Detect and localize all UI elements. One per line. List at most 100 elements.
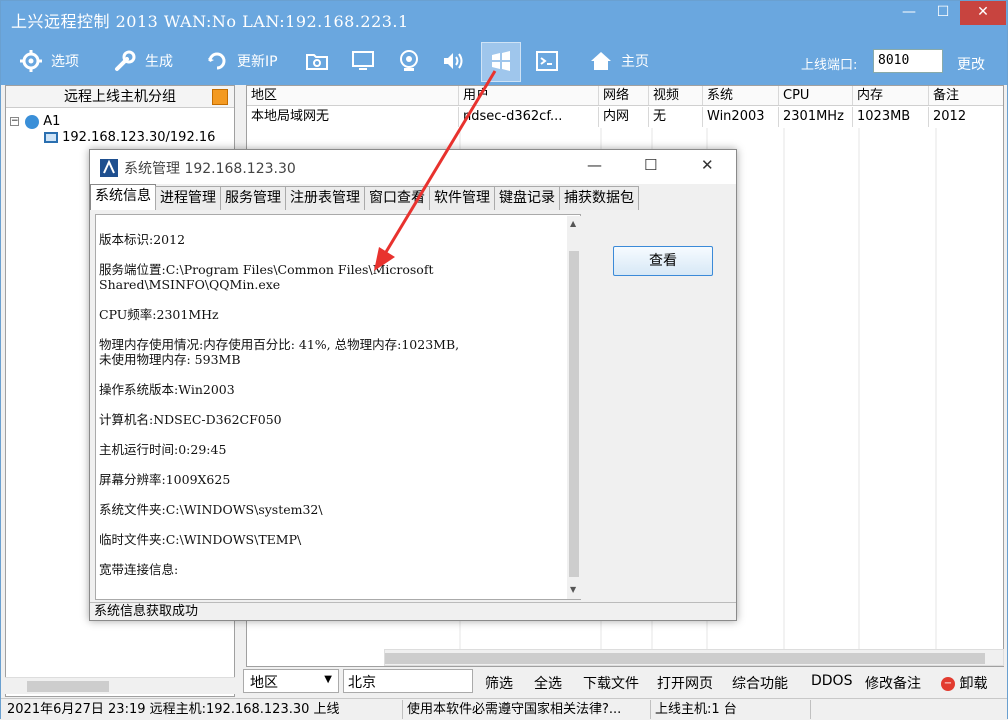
- region-select-value: 地区: [250, 675, 278, 691]
- download-file-button[interactable]: 下载文件: [583, 673, 639, 693]
- globe-icon: [25, 114, 40, 129]
- tab-packet-capture[interactable]: 捕获数据包: [559, 186, 639, 210]
- wrench-icon: [115, 50, 136, 71]
- tab-window-viewer[interactable]: 窗口查看: [364, 186, 430, 210]
- view-button[interactable]: 查看: [613, 246, 713, 276]
- info-temp-folder: 临时文件夹:C:\WINDOWS\TEMP\: [99, 532, 302, 547]
- tree-group-a1[interactable]: − A1: [10, 114, 60, 129]
- toolbar-update-ip-label: 更新IP: [237, 54, 278, 70]
- cell-video: 无: [649, 107, 703, 127]
- col-system[interactable]: 系统: [703, 86, 779, 105]
- close-button[interactable]: ✕: [960, 1, 1006, 25]
- minimize-button[interactable]: —: [892, 1, 926, 25]
- tab-service-manager[interactable]: 服务管理: [220, 186, 286, 210]
- toolbar-build-button[interactable]: 生成: [113, 45, 173, 77]
- status-bar: 2021年6月27日 23:19 远程主机:192.168.123.30 上线 …: [1, 698, 1007, 719]
- col-user[interactable]: 用户: [459, 86, 599, 105]
- group-settings-icon[interactable]: [212, 89, 228, 105]
- toolbar-file-manager-button[interactable]: [305, 45, 329, 77]
- col-region[interactable]: 地区: [247, 86, 459, 105]
- filter-button[interactable]: 筛选: [485, 673, 513, 693]
- host-group-title: 远程上线主机分组: [64, 89, 176, 105]
- folder-search-icon: [306, 54, 328, 70]
- toolbar-screen-button[interactable]: [351, 45, 375, 77]
- col-video[interactable]: 视频: [649, 86, 703, 105]
- combined-functions-button[interactable]: 综合功能: [732, 673, 788, 693]
- table-row[interactable]: 本地局域网无 ndsec-d362cf... 内网 无 Win2003 2301…: [247, 107, 1003, 127]
- region-select[interactable]: 地区 ▼: [243, 669, 339, 693]
- webcam-icon: [400, 50, 418, 71]
- table-scrollbar-thumb[interactable]: [385, 653, 985, 664]
- dialog-close-button[interactable]: ✕: [701, 156, 714, 174]
- table-horizontal-scrollbar[interactable]: [384, 649, 1004, 666]
- info-version: 版本标识:2012: [99, 232, 186, 247]
- main-window: 上兴远程控制 2013 WAN:No LAN:192.168.223.1 — ☐…: [0, 0, 1008, 719]
- dialog-status: 系统信息获取成功: [90, 602, 736, 620]
- dropdown-arrow-icon[interactable]: ▼: [324, 674, 332, 685]
- info-broadband: 宽带连接信息:: [99, 562, 179, 577]
- dialog-minimize-button[interactable]: —: [587, 156, 602, 174]
- toolbar-shell-button[interactable]: [535, 45, 559, 77]
- status-datetime: 2021年6月27日 23:19 远程主机:192.168.123.30 上线: [3, 700, 403, 719]
- uninstall-button[interactable]: − 卸载: [941, 673, 987, 693]
- tab-system-info[interactable]: 系统信息: [90, 184, 156, 210]
- system-info-text[interactable]: 版本标识:2012 服务端位置:C:\Program Files\Common …: [95, 214, 581, 600]
- cell-user: ndsec-d362cf...: [459, 107, 599, 127]
- cell-memory: 1023MB: [853, 107, 929, 127]
- status-notice: 使用本软件必需遵守国家相关法律?...: [403, 700, 651, 719]
- main-toolbar: 选项 生成 更新IP 主页 上线端口: 更改: [1, 37, 1007, 85]
- col-memory[interactable]: 内存: [853, 86, 929, 105]
- uninstall-icon: −: [941, 677, 955, 691]
- col-remark[interactable]: 备注: [929, 86, 1003, 105]
- scroll-down-icon[interactable]: ▼: [570, 585, 576, 594]
- info-vertical-scrollbar[interactable]: ▲ ▼: [567, 216, 581, 599]
- tab-registry-manager[interactable]: 注册表管理: [285, 186, 365, 210]
- tree-host-item[interactable]: 192.168.123.30/192.16: [44, 130, 215, 145]
- windows-logo-icon: [492, 51, 510, 71]
- collapse-icon[interactable]: −: [10, 117, 19, 126]
- col-cpu[interactable]: CPU: [779, 86, 853, 105]
- toolbar-options-label: 选项: [51, 54, 79, 70]
- status-online-count: 上线主机:1 台: [651, 700, 811, 719]
- cell-system: Win2003: [703, 107, 779, 127]
- scroll-up-icon[interactable]: ▲: [570, 219, 576, 228]
- cell-network: 内网: [599, 107, 649, 127]
- info-cpu: CPU频率:2301MHz: [99, 307, 219, 322]
- dialog-title-bar: 系统管理 192.168.123.30 — ☐ ✕: [90, 150, 736, 184]
- info-scrollbar-thumb[interactable]: [569, 251, 579, 577]
- select-all-button[interactable]: 全选: [534, 673, 562, 693]
- toolbar-options-button[interactable]: 选项: [19, 45, 79, 77]
- uninstall-label: 卸载: [959, 676, 988, 692]
- tab-software-manager[interactable]: 软件管理: [429, 186, 495, 210]
- bottom-toolbar: 地区 ▼ 北京 筛选 全选 下载文件 打开网页 综合功能 DDOS 修改备注 −…: [241, 669, 1007, 697]
- dialog-title: 系统管理 192.168.123.30: [124, 161, 296, 177]
- info-server-path-cont: Shared\MSINFO\QQMin.exe: [99, 277, 281, 292]
- gear-icon: [20, 50, 42, 72]
- toolbar-system-button[interactable]: [489, 45, 513, 77]
- terminal-icon: [536, 51, 558, 71]
- toolbar-audio-button[interactable]: [441, 45, 465, 77]
- tab-process-manager[interactable]: 进程管理: [155, 186, 221, 210]
- col-network[interactable]: 网络: [599, 86, 649, 105]
- city-input[interactable]: 北京: [343, 669, 473, 693]
- maximize-button[interactable]: ☐: [926, 1, 960, 25]
- tab-keylogger[interactable]: 键盘记录: [494, 186, 560, 210]
- info-server-path: 服务端位置:C:\Program Files\Common Files\Micr…: [99, 262, 434, 277]
- left-panel-scrollbar[interactable]: [5, 677, 235, 694]
- open-webpage-button[interactable]: 打开网页: [657, 673, 713, 693]
- toolbar-update-ip-button[interactable]: 更新IP: [205, 45, 278, 77]
- dialog-maximize-button[interactable]: ☐: [644, 156, 657, 174]
- home-icon: [591, 52, 611, 70]
- tree-group-label: A1: [43, 114, 61, 129]
- info-resolution: 屏幕分辨率:1009X625: [99, 472, 231, 487]
- port-input[interactable]: 8010: [873, 49, 943, 73]
- cell-cpu: 2301MHz: [779, 107, 853, 127]
- ddos-button[interactable]: DDOS: [811, 673, 852, 689]
- toolbar-webcam-button[interactable]: [397, 45, 421, 77]
- title-bar: 上兴远程控制 2013 WAN:No LAN:192.168.223.1 — ☐…: [1, 1, 1007, 37]
- change-port-button[interactable]: 更改: [957, 54, 985, 74]
- toolbar-home-button[interactable]: 主页: [589, 45, 649, 77]
- edit-remark-button[interactable]: 修改备注: [865, 673, 921, 693]
- left-scrollbar-thumb[interactable]: [27, 681, 109, 692]
- toolbar-build-label: 生成: [145, 54, 173, 70]
